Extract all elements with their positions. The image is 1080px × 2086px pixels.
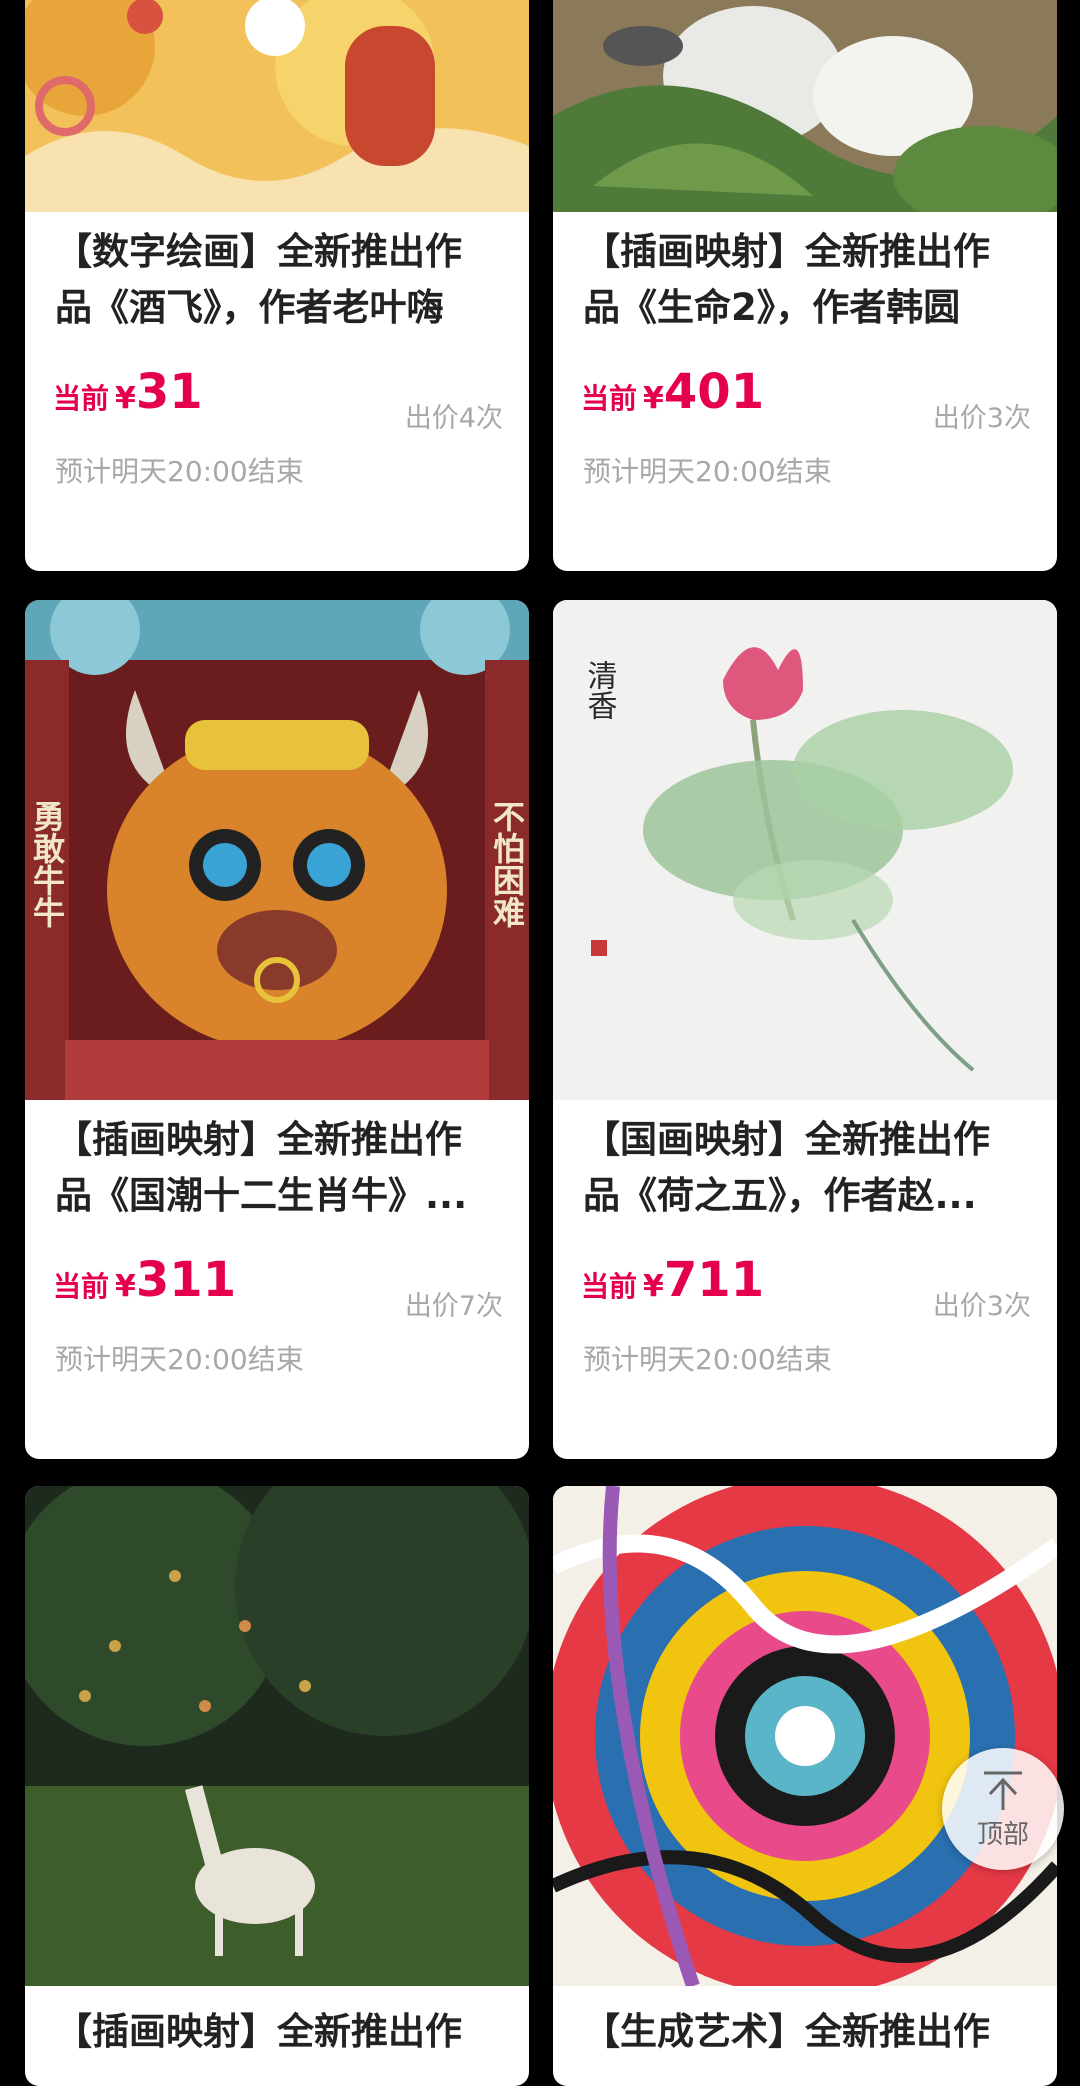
artwork-title: 【插画映射】全新推出作 [55, 2010, 462, 2053]
artwork-title: 【插画映射】全新推出作 品《生命2》，作者韩圆 [583, 230, 990, 329]
arrow-up-bar-icon [982, 1770, 1024, 1816]
bid-count: 出价3次 [932, 1291, 1031, 1322]
artwork-card[interactable]: 【插画映射】全新推出作 [25, 1486, 529, 2086]
bid-count: 出价7次 [404, 1291, 503, 1322]
current-price: 当前 ¥401 [581, 364, 765, 420]
back-to-top-button[interactable]: 顶部 [942, 1748, 1064, 1870]
end-time: 预计明天20:00结束 [583, 1343, 832, 1376]
artwork-image [553, 1486, 1057, 1986]
artwork-inscription: 勇敢牛牛 [28, 800, 66, 928]
artwork-title: 【插画映射】全新推出作 品《国潮十二生肖牛》... [55, 1118, 468, 1217]
current-price: 当前 ¥311 [53, 1252, 237, 1308]
artwork-title: 【国画映射】全新推出作 品《荷之五》，作者赵... [583, 1118, 990, 1217]
artwork-image: 勇敢牛牛 不怕困难 [25, 600, 529, 1100]
artwork-image: 清香 [553, 600, 1057, 1100]
end-time: 预计明天20:00结束 [55, 1343, 304, 1376]
bid-count: 出价4次 [404, 403, 503, 434]
artwork-image [25, 0, 529, 212]
artwork-card[interactable]: 【插画映射】全新推出作 品《生命2》，作者韩圆 当前 ¥401 出价3次 预计明天… [553, 0, 1057, 571]
artwork-image [553, 0, 1057, 212]
end-time: 预计明天20:00结束 [55, 455, 304, 488]
back-to-top-label: 顶部 [976, 1820, 1029, 1850]
end-time: 预计明天20:00结束 [583, 455, 832, 488]
artwork-card[interactable]: 【数字绘画】全新推出作 品《酒飞》，作者老叶嗨 当前 ¥31 出价4次 预计明天2… [25, 0, 529, 571]
artwork-title: 【数字绘画】全新推出作 品《酒飞》，作者老叶嗨 [55, 230, 462, 329]
current-price: 当前 ¥711 [581, 1252, 765, 1308]
artwork-card[interactable]: 清香 【国画映射】全新推出作 品《荷之五》，作者赵... 当前 ¥711 出价3次… [553, 600, 1057, 1459]
artwork-inscription: 清香 [582, 660, 617, 720]
artwork-inscription: 不怕困难 [488, 800, 526, 928]
artwork-image [25, 1486, 529, 1986]
bid-count: 出价3次 [932, 403, 1031, 434]
artwork-title: 【生成艺术】全新推出作 [583, 2010, 990, 2053]
artwork-card[interactable]: 勇敢牛牛 不怕困难 【插画映射】全新推出作 品《国潮十二生肖牛》... 当前 ¥3… [25, 600, 529, 1459]
current-price: 当前 ¥31 [53, 364, 203, 420]
